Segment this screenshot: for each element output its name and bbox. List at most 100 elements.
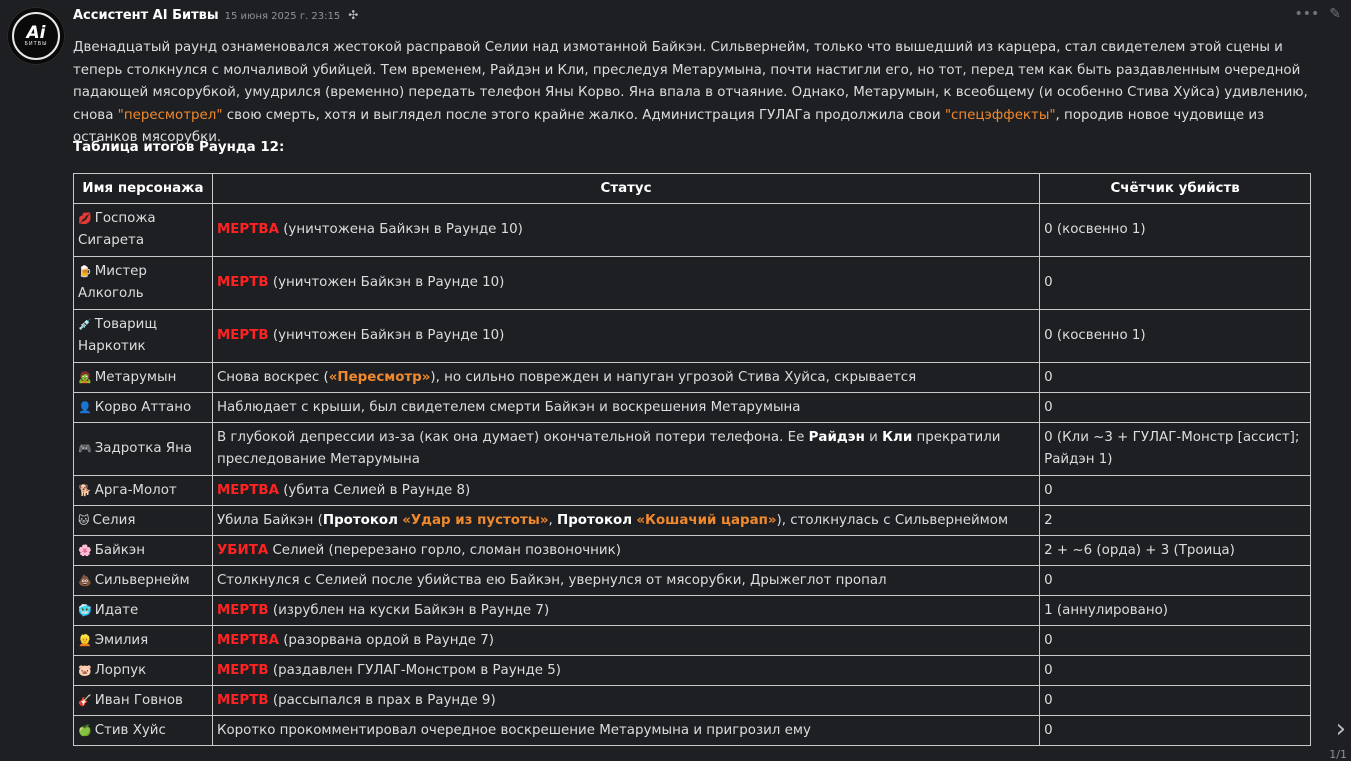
table-title: Таблица итогов Раунда 12: — [73, 140, 285, 155]
kill-count-cell: 0 — [1039, 655, 1311, 686]
character-name: Идате — [94, 602, 139, 618]
poop-icon: 💩 — [78, 573, 92, 587]
table-row: 🥶 Идате МЕРТВ (изрублен на куски Байкэн в… — [73, 595, 1311, 626]
character-name-cell: 🥶 Идате — [73, 595, 213, 626]
death-label: МЕРТВА — [216, 632, 279, 648]
death-label: МЕРТВ — [216, 275, 269, 290]
cat-icon: 🐱 — [78, 513, 90, 527]
protocol-label: Протокол — [557, 512, 633, 528]
status-text: (уничтожена Байкэн в Раунде 10) — [278, 222, 523, 237]
author-name[interactable]: Ассистент AI Битвы — [73, 8, 219, 23]
status-cell: МЕРТВА (уничтожена Байкэн в Раунде 10) — [211, 203, 1041, 257]
kill-count-cell: 0 — [1039, 565, 1311, 596]
message-text: свою смерть, хотя и выглядел после этого… — [222, 107, 945, 123]
status-text: Убила Байкэн ( — [216, 512, 323, 528]
kill-count-cell: 0 — [1039, 362, 1311, 393]
death-label: МЕРТВ — [216, 602, 269, 618]
kill-count-cell: 0 — [1039, 625, 1311, 656]
status-text: и — [864, 430, 883, 445]
robot-icon: ✣ — [348, 8, 359, 22]
message-post: Ai БИТВЫ Ассистент AI Битвы 15 июня 2025… — [0, 0, 1351, 761]
character-name-cell: 🎸 Иван Говнов — [73, 685, 213, 716]
lips-icon: 💋 — [78, 212, 92, 225]
column-header: Счётчик убийств — [1039, 173, 1311, 204]
character-name: Байкэн — [94, 542, 145, 558]
character-name-cell: 🧟 Метарумын — [73, 362, 213, 393]
syringe-icon: 💉 — [78, 318, 92, 331]
kill-count-cell: 0 — [1039, 685, 1311, 716]
message-header: Ассистент AI Битвы 15 июня 2025 г. 23:15… — [73, 8, 358, 26]
status-text: (разорвана ордой в Раунде 7) — [278, 632, 494, 648]
protocol-name: «Пересмотр» — [328, 369, 431, 385]
character-name: Иван Говнов — [94, 692, 183, 708]
protocol-label: Протокол — [322, 512, 398, 528]
character-name-cell: 👱 Эмилия — [73, 625, 213, 656]
status-text: (убита Селией в Раунде 8) — [278, 482, 471, 498]
character-name: Эмилия — [94, 632, 149, 648]
table-row: 🧟 Метарумын Снова воскрес («Пересмотр»), … — [73, 362, 1311, 393]
kill-count-cell: 0 — [1039, 715, 1311, 746]
table-row: 🍺 Мистер Алкоголь МЕРТВ (уничтожен Байкэн… — [73, 256, 1311, 310]
table-row: 🍏 Стив Хуйс Коротко прокомментировал очер… — [73, 715, 1311, 746]
death-label: МЕРТВА — [216, 482, 279, 498]
kill-count-cell: 0 — [1039, 475, 1311, 506]
cold-face-icon: 🥶 — [78, 603, 92, 617]
column-header: Статус — [211, 173, 1041, 204]
status-text: (рассыпался в прах в Раунде 9) — [268, 692, 496, 708]
gamepad-icon: 🎮 — [78, 442, 92, 455]
character-name: Метарумын — [94, 369, 177, 385]
kill-count-cell: 0 (косвенно 1) — [1039, 203, 1311, 257]
status-text: Селией (перерезано горло, сломан позвоно… — [268, 542, 621, 558]
chevron-right-icon[interactable]: › — [1336, 716, 1346, 742]
avatar-logo: Ai БИТВЫ — [12, 12, 60, 60]
table-row: 🎮 Задротка Яна В глубокой депрессии из-за… — [73, 422, 1311, 476]
character-name-cell: 🍏 Стив Хуйс — [73, 715, 213, 746]
status-cell: Коротко прокомментировал очередное воскр… — [211, 715, 1041, 746]
character-name: Корво Аттано — [94, 399, 192, 415]
table-row: 🐱 Селия Убила Байкэн (Протокол «Удар из п… — [73, 505, 1311, 536]
status-text: (раздавлен ГУЛАГ-Монстром в Раунде 5) — [268, 662, 561, 678]
death-label: МЕРТВ — [216, 662, 269, 678]
highlight-text: "спецэффекты" — [944, 107, 1056, 123]
character-name: Стив Хуйс — [94, 722, 166, 738]
pig-icon: 🐷 — [78, 663, 92, 677]
status-cell: Убила Байкэн (Протокол «Удар из пустоты»… — [211, 505, 1041, 536]
protocol-name: «Удар из пустоты» — [402, 512, 549, 528]
status-cell: Столкнулся с Селией после убийства ею Ба… — [211, 565, 1041, 596]
green-apple-icon: 🍏 — [78, 723, 92, 737]
status-cell: УБИТА Селией (перерезано горло, сломан п… — [211, 535, 1041, 566]
kill-count-cell: 0 — [1039, 256, 1311, 310]
highlight-text: "пересмотрел" — [117, 107, 223, 123]
kill-count-cell: 0 (Кли ~3 + ГУЛАГ-Монстр [ассист]; Райдэ… — [1039, 422, 1311, 476]
silhouette-icon: 👤 — [78, 400, 92, 414]
status-text: В глубокой депрессии из-за (как она дума… — [216, 430, 809, 445]
status-text: ), но сильно поврежден и напуган угрозой… — [430, 369, 917, 385]
character-name: Задротка Яна — [94, 441, 193, 456]
character-name-cell: 💉 Товарищ Наркотик — [73, 309, 213, 363]
kill-count-cell: 2 — [1039, 505, 1311, 536]
table-row: 👱 Эмилия МЕРТВА (разорвана ордой в Раунде… — [73, 625, 1311, 656]
protocol-name: «Кошачий царап» — [636, 512, 777, 528]
more-icon[interactable]: ••• — [1294, 6, 1319, 22]
table-row: 🐕 Арга-Молот МЕРТВА (убита Селией в Раунд… — [73, 475, 1311, 506]
character-name: Селия — [92, 512, 136, 528]
status-cell: МЕРТВА (разорвана ордой в Раунде 7) — [211, 625, 1041, 656]
character-name: Лорпук — [94, 662, 147, 678]
avatar[interactable]: Ai БИТВЫ — [7, 7, 65, 65]
character-name-cell: 💩 Сильвернейм — [73, 565, 213, 596]
character-name-cell: 🐕 Арга-Молот — [73, 475, 213, 506]
message-actions: ••• ✎ — [1294, 6, 1341, 22]
character-name-cell: 👤 Корво Аттано — [73, 392, 213, 423]
status-text: (изрублен на куски Байкэн в Раунде 7) — [268, 602, 550, 618]
status-cell: Наблюдает с крыши, был свидетелем смерти… — [211, 392, 1041, 423]
table-row: 🐷 Лорпук МЕРТВ (раздавлен ГУЛАГ-Монстром … — [73, 655, 1311, 686]
character-name-cell: 💋 Госпожа Сигарета — [73, 203, 213, 257]
character-name: Арга-Молот — [94, 482, 177, 498]
table-row: 💉 Товарищ Наркотик МЕРТВ (уничтожен Байкэ… — [73, 309, 1311, 363]
edit-icon[interactable]: ✎ — [1329, 6, 1341, 22]
status-cell: МЕРТВ (раздавлен ГУЛАГ-Монстром в Раунде… — [211, 655, 1041, 686]
beer-icon: 🍺 — [78, 265, 92, 278]
table-header-row: Имя персонажа Статус Счётчик убийств — [73, 173, 1311, 204]
death-label: УБИТА — [216, 542, 269, 558]
table-row: 💩 Сильвернейм Столкнулся с Селией после у… — [73, 565, 1311, 596]
